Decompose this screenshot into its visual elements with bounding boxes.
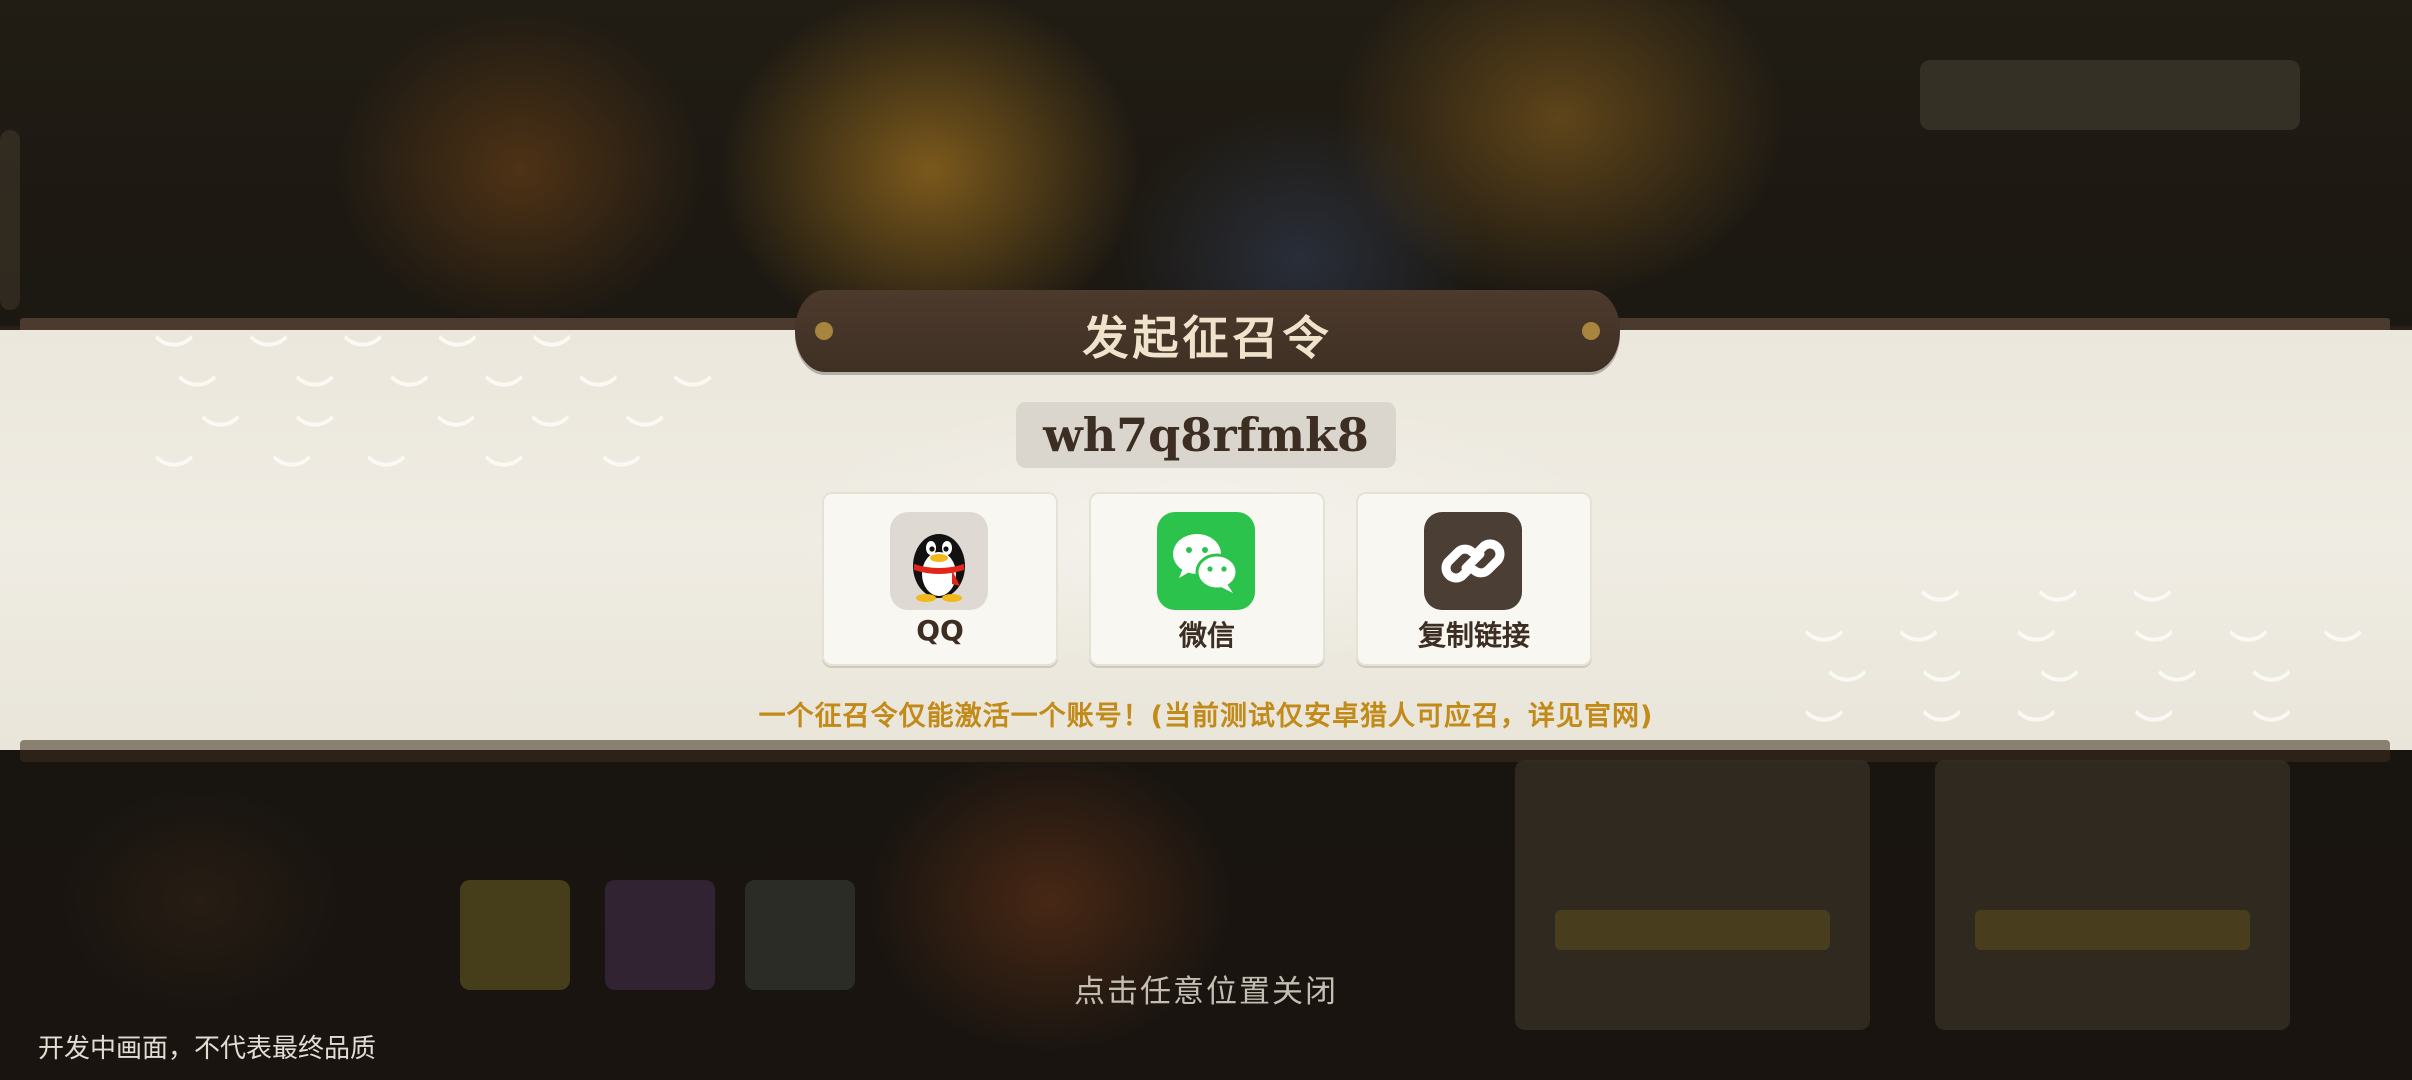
activation-notice: 一个征召令仅能激活一个账号！(当前测试仅安卓猎人可应召，详见官网): [758, 701, 1654, 732]
qq-penguin-icon: [890, 512, 988, 610]
screen-overlay[interactable]: ︶ ︶ ︶ ︶ ︶ ︶ ︶ ︶ ︶ ︶ ︶ ︶ ︶ ︶ ︶ ︶ ︶ ︶ ︶ ︶ …: [0, 0, 2412, 1080]
rivet-icon: [1582, 322, 1600, 340]
link-icon: [1424, 512, 1522, 610]
recruit-code[interactable]: wh7q8rfmk8: [1016, 402, 1396, 468]
copy-link-button[interactable]: 复制链接: [1356, 492, 1592, 666]
development-disclaimer: 开发中画面，不代表最终品质: [38, 1034, 377, 1064]
close-hint: 点击任意位置关闭: [1074, 974, 1338, 1010]
copy-link-label: 复制链接: [1417, 619, 1530, 652]
share-wechat-button[interactable]: 微信: [1089, 492, 1325, 666]
share-qq-label: QQ: [916, 614, 964, 647]
share-wechat-label: 微信: [1178, 619, 1235, 652]
banner-bottom-edge: [20, 740, 2390, 762]
bird-decoration: ︶ ︶ ︶ ︶ ︶ ︶ ︶ ︶ ︶ ︶ ︶ ︶ ︶ ︶ ︶ ︶ ︶ ︶ ︶ ︶ …: [155, 333, 722, 497]
dialog-title: 发起征召令: [1082, 311, 1333, 365]
wechat-icon: [1157, 512, 1255, 610]
share-qq-button[interactable]: QQ: [822, 492, 1058, 666]
title-plaque: 发起征召令: [795, 290, 1620, 372]
